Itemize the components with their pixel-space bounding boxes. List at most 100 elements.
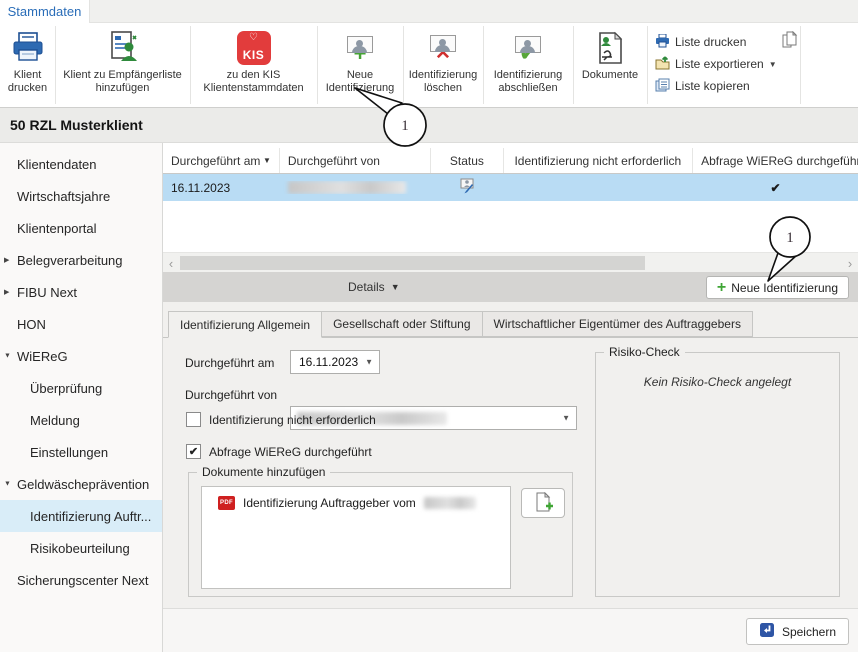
liste-drucken-button[interactable]: Liste drucken (655, 31, 800, 53)
pdf-icon: PDF (218, 496, 235, 510)
redacted-date (424, 497, 476, 509)
sidebar-item-label: Sicherungscenter Next (17, 573, 149, 588)
tab-stammdaten[interactable]: Stammdaten (0, 0, 90, 23)
chevron-right-icon: ▶ (4, 256, 9, 264)
sidebar-nav: Klientendaten Wirtschaftsjahre Klientenp… (0, 143, 163, 652)
chevron-down-icon: ▼ (769, 60, 777, 69)
sidebar-item-label: WiEReG (17, 349, 68, 364)
durchgefuehrt-von-label: Durchgeführt von (185, 388, 277, 402)
sidebar-item-label: Meldung (30, 413, 80, 428)
sidebar-item-wiereg[interactable]: ▼ WiEReG (0, 340, 162, 372)
form-tab-strip: Identifizierung Allgemein Gesellschaft o… (168, 311, 753, 337)
ribbon: Klient drucken Klient zu Empfängerliste … (0, 23, 858, 108)
horizontal-scrollbar[interactable]: ‹ › (163, 252, 858, 272)
button-label: Neue Identifizierung (731, 281, 838, 295)
klient-zu-empfaengerliste-button[interactable]: Klient zu Empfängerliste hinzufügen (55, 23, 190, 107)
scroll-left-icon[interactable]: ‹ (163, 253, 179, 273)
sidebar-item-label: Identifizierung Auftr... (30, 509, 151, 524)
sidebar-item-klientenportal[interactable]: Klientenportal (0, 212, 162, 244)
liste-exportieren-label: Liste exportieren (675, 57, 764, 71)
identifizierung-loeschen-button[interactable]: ✕ Identifizierung löschen (403, 23, 483, 107)
person-check-icon: ✔ (515, 29, 541, 67)
button-label: Speichern (782, 625, 836, 639)
column-header-abfrage-wiereg[interactable]: Abfrage WiEReG durchgeführt (693, 148, 858, 173)
identifizierung-abschliessen-button[interactable]: ✔ Identifizierung abschließen (483, 23, 573, 107)
neue-identifizierung-inline-button[interactable]: + Neue Identifizierung (706, 276, 849, 299)
group-title: Dokumente hinzufügen (197, 465, 330, 479)
column-label: Status (450, 154, 484, 168)
column-label: Abfrage WiEReG durchgeführt (701, 154, 858, 168)
chevron-down-icon: ▼ (562, 414, 570, 423)
risiko-check-empty-text: Kein Risiko-Check angelegt (596, 375, 839, 389)
chevron-right-icon: ▶ (4, 288, 9, 296)
printer-small-icon (655, 34, 670, 51)
liste-actions-group: Liste drucken Liste exportieren ▼ (655, 31, 800, 97)
identifizierung-nicht-erforderlich-checkbox[interactable]: Identifizierung nicht erforderlich (186, 412, 376, 427)
sidebar-item-fibu-next[interactable]: ▶ FIBU Next (0, 276, 162, 308)
ribbon-button-label: Dokumente (582, 69, 638, 82)
heart-icon: ♡ (249, 32, 258, 43)
check-icon: ✔ (770, 181, 780, 195)
chevron-down-icon: ▼ (391, 282, 400, 292)
dokument-list-item[interactable]: PDF Identifizierung Auftraggeber vom (202, 487, 510, 510)
sidebar-item-hon[interactable]: HON (0, 308, 162, 340)
printer-icon (11, 29, 45, 67)
details-toggle[interactable]: Details ▼ (348, 272, 400, 302)
add-document-icon (533, 492, 553, 515)
column-header-durchgefuehrt-von[interactable]: Durchgeführt von (280, 148, 431, 173)
ribbon-button-label: Klient drucken (0, 69, 55, 95)
table-row[interactable]: 16.11.2023 ✔ (163, 174, 858, 201)
sidebar-item-ueberpruefung[interactable]: Überprüfung (0, 372, 162, 404)
scrollbar-thumb[interactable] (180, 256, 645, 270)
sidebar-item-wirtschaftsjahre[interactable]: Wirtschaftsjahre (0, 180, 162, 212)
tab-gesellschaft-oder-stiftung[interactable]: Gesellschaft oder Stiftung (322, 311, 482, 337)
speichern-button[interactable]: Speichern (746, 618, 849, 645)
sidebar-item-sicherungscenter-next[interactable]: Sicherungscenter Next (0, 564, 162, 596)
chevron-down-icon: ▼ (365, 358, 373, 367)
abfrage-wiereg-checkbox[interactable]: ✔ Abfrage WiEReG durchgeführt (186, 444, 372, 459)
details-label: Details (348, 280, 385, 294)
client-title: 50 RZL Musterklient (10, 117, 143, 133)
sidebar-item-meldung[interactable]: Meldung (0, 404, 162, 436)
klient-drucken-button[interactable]: Klient drucken (0, 23, 55, 107)
sidebar-item-label: Wirtschaftsjahre (17, 189, 110, 204)
plus-icon: + (717, 282, 726, 294)
neue-identifizierung-button[interactable]: + Neue Identifizierung (317, 23, 403, 107)
sidebar-item-label: Einstellungen (30, 445, 108, 460)
liste-exportieren-button[interactable]: Liste exportieren ▼ (655, 53, 800, 75)
sidebar-item-label: FIBU Next (17, 285, 77, 300)
scroll-right-icon[interactable]: › (842, 253, 858, 273)
sidebar-item-risikobeurteilung[interactable]: Risikobeurteilung (0, 532, 162, 564)
column-header-durchgefuehrt-am[interactable]: Durchgeführt am ▼ (163, 148, 280, 173)
sidebar-item-klientendaten[interactable]: Klientendaten (0, 148, 162, 180)
cell-durchgefuehrt-am: 16.11.2023 (163, 181, 280, 195)
sidebar-item-geldwaeschepraevention[interactable]: ▼Geldwäscheprävention (0, 468, 162, 500)
sidebar-item-belegverarbeitung[interactable]: ▶ Belegverarbeitung (0, 244, 162, 276)
tab-wirtschaftlicher-eigentuemer[interactable]: Wirtschaftlicher Eigentümer des Auftragg… (483, 311, 753, 337)
column-header-identifizierung-nicht-erforderlich[interactable]: Identifizierung nicht erforderlich (504, 148, 694, 173)
liste-kopieren-button[interactable]: Liste kopieren (655, 75, 800, 97)
ribbon-button-label: Identifizierung löschen (403, 69, 483, 95)
chevron-down-icon: ▼ (4, 481, 11, 488)
chevron-down-icon: ▼ (4, 353, 11, 360)
sidebar-item-label: HON (17, 317, 46, 332)
sidebar-item-label: Klientenportal (17, 221, 97, 236)
add-document-button[interactable] (521, 488, 565, 518)
group-title: Risiko-Check (604, 345, 685, 359)
durchgefuehrt-am-combobox[interactable]: 16.11.2023 ▼ (290, 350, 380, 374)
ribbon-button-label: Identifizierung abschließen (483, 69, 573, 95)
checkbox-unchecked-icon (186, 412, 201, 427)
kis-klientenstammdaten-button[interactable]: ♡ KIS zu den KIS Klientenstammdaten (190, 23, 317, 107)
sidebar-item-einstellungen[interactable]: Einstellungen (0, 436, 162, 468)
sidebar-item-label: Belegverarbeitung (17, 253, 123, 268)
sidebar-item-identifizierung-auftraggeber[interactable]: Identifizierung Auftr... (0, 500, 162, 532)
cell-abfrage-wiereg: ✔ (693, 181, 858, 195)
copy-pages-icon[interactable] (781, 31, 798, 52)
column-header-status[interactable]: Status (431, 148, 503, 173)
documents-icon (594, 29, 626, 67)
dokumente-button[interactable]: Dokumente (573, 23, 647, 107)
dokumente-hinzufuegen-group: Dokumente hinzufügen PDF Identifizierung… (188, 472, 573, 597)
dokumente-listbox[interactable]: PDF Identifizierung Auftraggeber vom (201, 486, 511, 589)
tab-identifizierung-allgemein[interactable]: Identifizierung Allgemein (168, 311, 322, 338)
cell-durchgefuehrt-von (280, 181, 431, 194)
